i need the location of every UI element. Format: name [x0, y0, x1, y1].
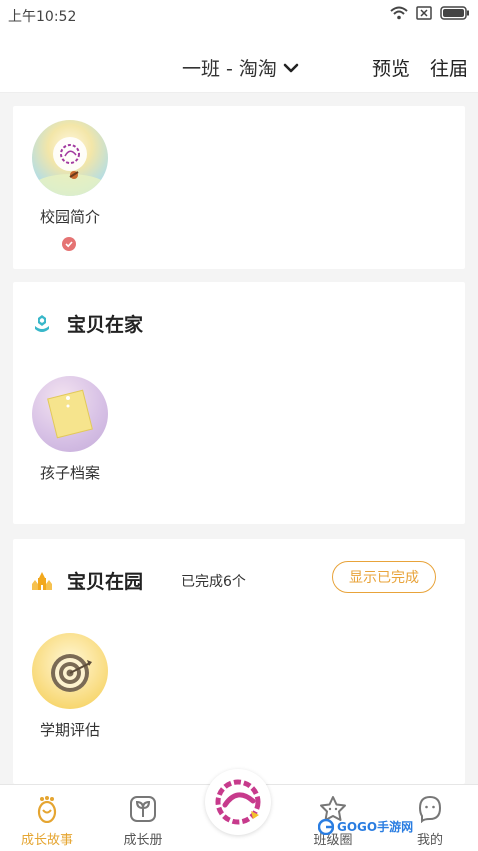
tab-class-circle-label: 班级圈 [313, 833, 353, 848]
sprout-icon [130, 796, 156, 822]
school-section: 宝贝在园 已完成6个 显示已完成 学期评估 [13, 539, 465, 784]
previous-years-button[interactable]: 往届 [430, 54, 468, 81]
school-section-header: 宝贝在园 [31, 567, 143, 594]
campus-intro-tile[interactable]: 校园简介 [25, 120, 115, 227]
campus-card: 校园简介 [13, 106, 465, 269]
tab-growth-book-label: 成长册 [123, 833, 163, 848]
watermark-text: GOGO手游网 [337, 820, 414, 834]
watermark-logo: GOGO手游网 [318, 818, 413, 835]
campus-intro-image [32, 120, 108, 196]
no-sim-icon [416, 6, 432, 20]
home-section-header: 宝贝在家 [31, 310, 143, 337]
completed-check-icon [62, 237, 76, 251]
profile-face-icon [418, 795, 442, 823]
status-icons [390, 6, 470, 20]
child-profile-image [32, 376, 108, 452]
child-profile-label: 孩子档案 [39, 464, 100, 482]
battery-icon [440, 6, 469, 20]
status-time: 上午10:52 [8, 9, 77, 25]
semester-evaluation-image [32, 633, 108, 709]
center-add-button[interactable] [205, 769, 271, 835]
school-section-title: 宝贝在园 [67, 571, 144, 593]
note-icon [47, 389, 93, 439]
semester-evaluation-label: 学期评估 [39, 721, 100, 739]
wifi-icon [390, 6, 408, 20]
sun-logo-icon [32, 137, 108, 196]
tab-mine-label: 我的 [416, 833, 443, 848]
preview-button[interactable]: 预览 [372, 54, 410, 81]
tab-growth-story[interactable]: 成长故事 [12, 795, 82, 848]
flower-icon [35, 314, 49, 332]
footprint-icon [37, 796, 57, 823]
show-completed-button[interactable]: 显示已完成 [332, 561, 436, 593]
app-bar: 一班 - 淘淘 预览 往届 [0, 28, 478, 93]
status-bar: 上午10:52 [0, 0, 478, 28]
tab-growth-story-label: 成长故事 [20, 833, 73, 848]
home-section-title: 宝贝在家 [67, 314, 144, 336]
tab-growth-book[interactable]: 成长册 [108, 795, 178, 848]
completed-count: 已完成6个 [181, 574, 246, 590]
target-icon [51, 654, 92, 692]
class-selector-label: 一班 - 淘淘 [182, 58, 277, 80]
chevron-down-icon [283, 63, 299, 72]
semester-evaluation-tile[interactable]: 学期评估 [25, 633, 115, 740]
campus-intro-label: 校园简介 [39, 208, 100, 226]
child-profile-tile[interactable]: 孩子档案 [25, 376, 115, 483]
class-selector[interactable]: 一班 - 淘淘 [182, 54, 299, 81]
castle-icon [32, 571, 52, 590]
g-logo-icon [318, 818, 334, 835]
home-section: 宝贝在家 孩子档案 [13, 282, 465, 524]
sun-logo-icon [215, 779, 261, 825]
